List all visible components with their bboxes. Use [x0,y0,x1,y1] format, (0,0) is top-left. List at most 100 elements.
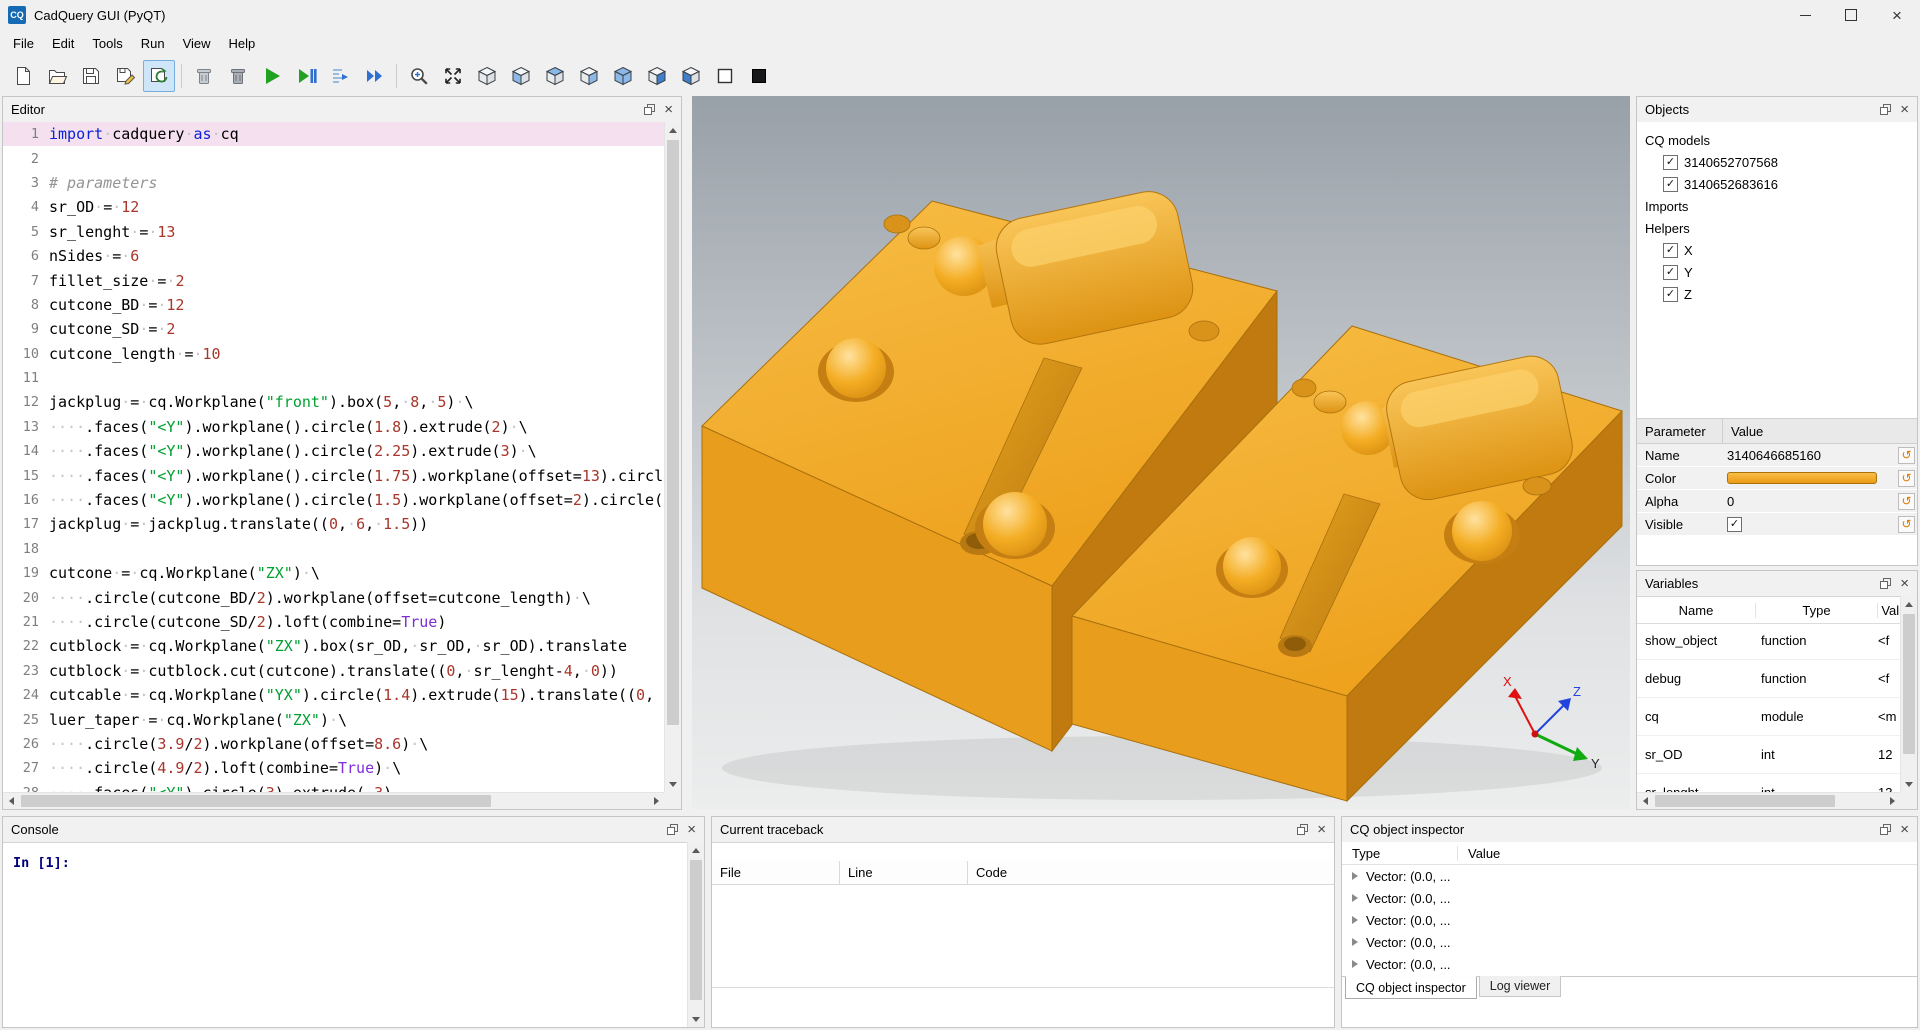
close-panel-icon[interactable]: × [687,822,696,837]
value-column-header[interactable]: Value [1458,846,1917,861]
zoom-to-fit-button[interactable] [403,60,435,92]
view-back-button[interactable] [641,60,673,92]
variables-horizontal-scrollbar[interactable] [1637,792,1900,809]
checkbox[interactable]: ✓ [1663,287,1678,302]
tree-section-helpers[interactable]: Helpers [1645,217,1909,239]
type-column-header[interactable]: Type [1342,846,1458,861]
menu-help[interactable]: Help [220,30,265,56]
tab-cq-object-inspector[interactable]: CQ object inspector [1345,976,1477,999]
code-line[interactable]: 4sr_OD·=·12 [3,195,664,219]
inspector-row[interactable]: Vector: (0.0, ... [1342,887,1917,909]
code-line[interactable]: 7fillet_size·=·2 [3,268,664,292]
helper-item[interactable]: ✓Y [1663,261,1909,283]
close-panel-icon[interactable]: × [1900,822,1909,837]
scroll-right-button[interactable] [1884,793,1900,809]
scroll-down-button[interactable] [665,776,681,792]
save-as-button[interactable] [109,60,141,92]
open-file-button[interactable] [41,60,73,92]
menu-edit[interactable]: Edit [43,30,83,56]
step-button[interactable] [324,60,356,92]
code-line[interactable]: 5sr_lenght·=·13 [3,220,664,244]
expand-arrow-icon[interactable] [1352,938,1362,946]
name-column-header[interactable]: Name [1637,603,1756,618]
code-line[interactable]: 22cutblock·=·cq.Workplane("ZX").box(sr_O… [3,634,664,658]
code-line[interactable]: 16····.faces("<Y").workplane().circle(1.… [3,488,664,512]
reset-param-button[interactable]: ↺ [1898,516,1915,533]
inspector-row[interactable]: Vector: (0.0, ... [1342,865,1917,887]
color-swatch[interactable] [1727,472,1877,484]
checkbox[interactable]: ✓ [1663,155,1678,170]
code-editor[interactable]: 1import·cadquery·as·cq23# parameters4sr_… [3,122,664,792]
shaded-mode-button[interactable] [743,60,775,92]
param-value[interactable] [1723,472,1898,484]
minimize-button[interactable] [1782,0,1828,30]
variable-row[interactable]: show_objectfunction<f [1637,622,1900,660]
scroll-down-button[interactable] [1901,776,1917,792]
code-line[interactable]: 11 [3,366,664,390]
save-button[interactable] [75,60,107,92]
scroll-up-button[interactable] [1901,596,1917,612]
view-bottom-button[interactable] [675,60,707,92]
scrollbar-thumb[interactable] [690,860,702,1000]
view-front-button[interactable] [607,60,639,92]
close-button[interactable]: × [1874,0,1920,30]
menu-view[interactable]: View [174,30,220,56]
variable-row[interactable]: sr_ODint12 [1637,736,1900,774]
scroll-up-button[interactable] [665,122,681,138]
param-value[interactable]: 3140646685160 [1723,448,1898,463]
code-line[interactable]: 23cutblock·=·cutblock.cut(cutcone).trans… [3,659,664,683]
tree-section-cq-models[interactable]: CQ models [1645,129,1909,151]
float-panel-icon[interactable] [1880,578,1891,589]
code-line[interactable]: 20····.circle(cutcone_BD/2).workplane(of… [3,585,664,609]
code-line[interactable]: 6nSides·=·6 [3,244,664,268]
code-line[interactable]: 26····.circle(3.9/2).workplane(offset=8.… [3,732,664,756]
code-line[interactable]: 9cutcone_SD·=·2 [3,317,664,341]
view-top-button[interactable] [539,60,571,92]
line-column-header[interactable]: Line [840,861,968,885]
menu-tools[interactable]: Tools [83,30,131,56]
variables-vertical-scrollbar[interactable] [1900,596,1917,792]
close-panel-icon[interactable]: × [1317,822,1326,837]
param-value[interactable]: ✓ [1723,517,1898,532]
code-line[interactable]: 3# parameters [3,171,664,195]
file-column-header[interactable]: File [712,861,840,885]
checkbox[interactable]: ✓ [1663,177,1678,192]
editor-horizontal-scrollbar[interactable] [3,792,664,809]
param-value[interactable]: 0 [1723,494,1898,509]
scrollbar-thumb[interactable] [667,140,679,725]
code-line[interactable]: 19cutcone·=·cq.Workplane("ZX")·\ [3,561,664,585]
menu-file[interactable]: File [4,30,43,56]
delete-model-button[interactable] [222,60,254,92]
code-line[interactable]: 25luer_taper·=·cq.Workplane("ZX")·\ [3,707,664,731]
autoreload-toggle-button[interactable] [143,60,175,92]
code-line[interactable]: 14····.faces("<Y").workplane().circle(2.… [3,439,664,463]
viewport-3d[interactable]: X Z Y [692,96,1630,809]
code-line[interactable]: 27····.circle(4.9/2).loft(combine=True)·… [3,756,664,780]
code-line[interactable]: 15····.faces("<Y").workplane().circle(1.… [3,463,664,487]
view-right-button[interactable] [573,60,605,92]
scroll-left-button[interactable] [3,793,19,809]
variable-row[interactable]: sr_lenghtint13 [1637,774,1900,792]
code-line[interactable]: 1import·cadquery·as·cq [3,122,664,146]
code-line[interactable]: 18 [3,537,664,561]
float-panel-icon[interactable] [667,824,678,835]
inspector-row[interactable]: Vector: (0.0, ... [1342,931,1917,953]
model-item[interactable]: ✓3140652683616 [1663,173,1909,195]
code-line[interactable]: 17jackplug·=·jackplug.translate((0,·6,·1… [3,512,664,536]
float-panel-icon[interactable] [1880,824,1891,835]
close-panel-icon[interactable]: × [1900,102,1909,117]
code-line[interactable]: 12jackplug·=·cq.Workplane("front").box(5… [3,390,664,414]
editor-vertical-scrollbar[interactable] [664,122,681,792]
code-line[interactable]: 21····.circle(cutcone_SD/2).loft(combine… [3,610,664,634]
scrollbar-thumb[interactable] [1655,795,1835,807]
continue-button[interactable] [358,60,390,92]
model-item[interactable]: ✓3140652707568 [1663,151,1909,173]
variable-row[interactable]: debugfunction<f [1637,660,1900,698]
close-panel-icon[interactable]: × [664,102,673,117]
checkbox[interactable]: ✓ [1663,243,1678,258]
code-line[interactable]: 24cutcable·=·cq.Workplane("YX").circle(1… [3,683,664,707]
float-panel-icon[interactable] [1880,104,1891,115]
menu-run[interactable]: Run [132,30,174,56]
wireframe-mode-button[interactable] [709,60,741,92]
new-file-button[interactable] [7,60,39,92]
